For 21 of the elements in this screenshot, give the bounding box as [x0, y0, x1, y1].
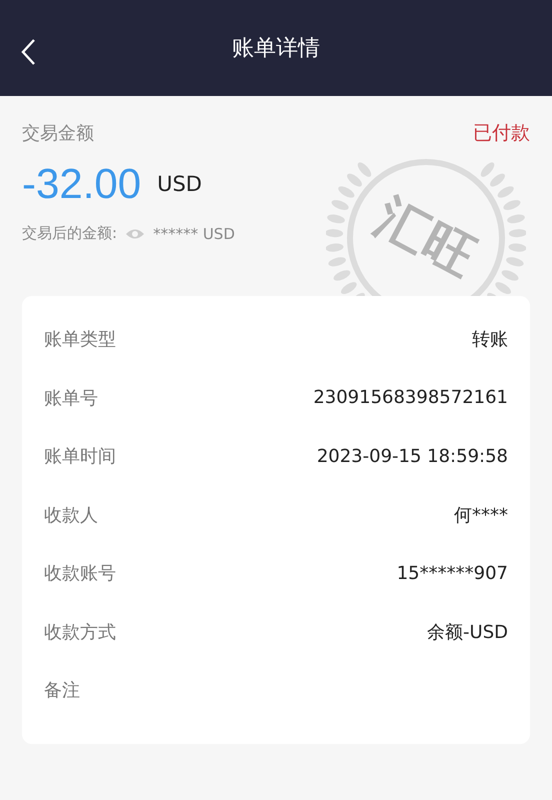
detail-value: 余额-USD: [427, 620, 508, 644]
detail-value: 何****: [454, 504, 508, 527]
amount-value: -32.00: [22, 160, 142, 208]
detail-value: 15******907: [396, 562, 508, 584]
detail-label: 备注: [44, 679, 80, 702]
detail-label: 收款账号: [44, 562, 116, 586]
detail-label: 收款人: [44, 504, 98, 527]
detail-label: 收款方式: [44, 620, 116, 644]
detail-label: 账单类型: [44, 328, 116, 352]
detail-label: 账单号: [44, 386, 98, 410]
currency-text: USD: [157, 172, 202, 196]
detail-value: 转账: [472, 328, 508, 352]
balance-value: ****** USD: [153, 224, 235, 242]
page-title: 账单详情: [232, 35, 320, 63]
amount-label: 交易金额: [22, 122, 94, 145]
seal-text: 汇旺: [365, 186, 487, 291]
detail-label: 账单时间: [44, 445, 116, 468]
status-text: 已付款: [473, 121, 530, 146]
detail-value: 23091568398572161: [313, 387, 508, 408]
detail-value: 2023-09-15 18:59:58: [316, 446, 508, 467]
balance-label: 交易后的金额:: [22, 224, 118, 243]
